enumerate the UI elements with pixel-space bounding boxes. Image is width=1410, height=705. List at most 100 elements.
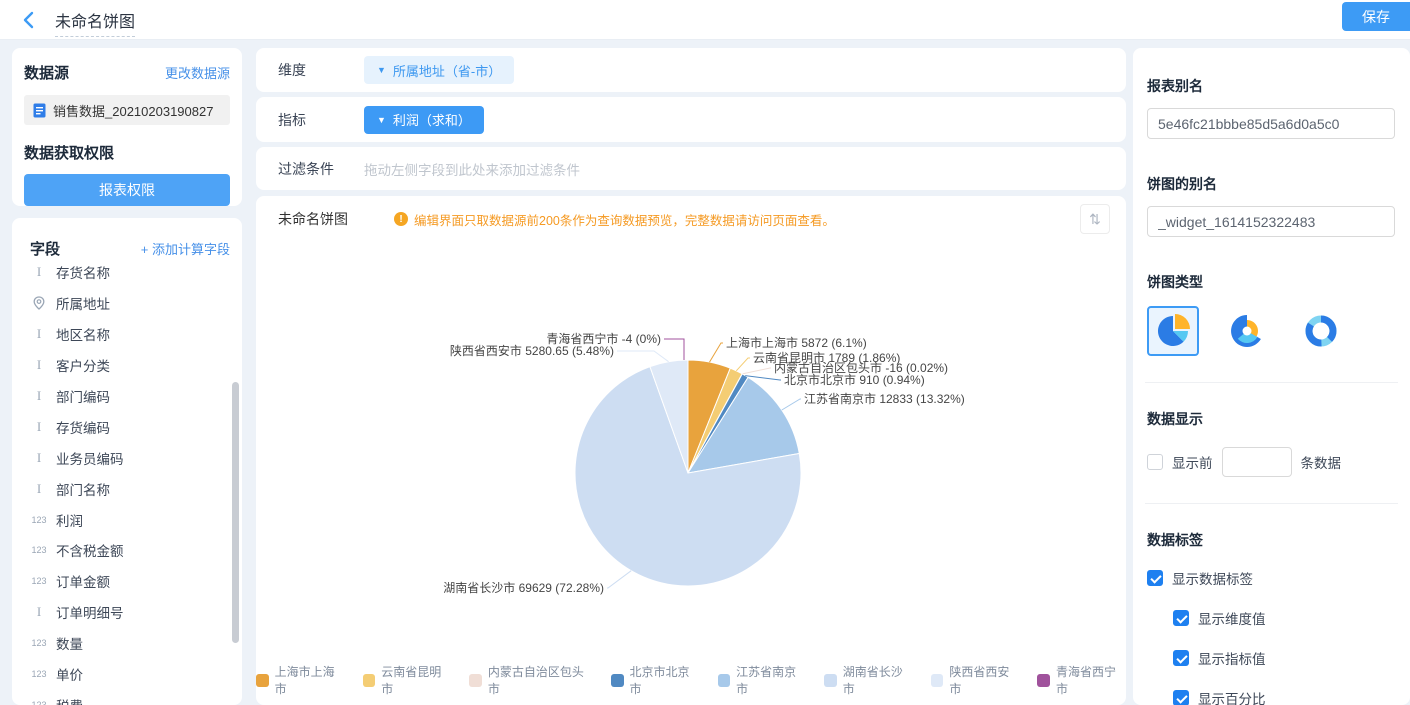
metric-tag[interactable]: ▼利润（求和）	[364, 106, 484, 134]
chevron-down-icon: ▼	[377, 115, 386, 125]
settings-panel: 报表别名 饼图的别名 饼图类型	[1133, 48, 1410, 705]
rose-pie-icon	[1229, 313, 1265, 349]
field-item[interactable]: 123 数量	[12, 628, 242, 659]
legend-item[interactable]: 上海市上海市	[256, 663, 345, 697]
legend-swatch	[1037, 674, 1050, 687]
label-leader-line	[782, 399, 801, 410]
field-item[interactable]: I地区名称	[12, 319, 242, 350]
number-field-icon: 123	[30, 576, 48, 586]
show-percent-text: 显示百分比	[1198, 688, 1266, 705]
chart-title: 未命名饼图	[278, 209, 348, 229]
legend-item[interactable]: 陕西省西安市	[931, 663, 1020, 697]
save-button[interactable]: 保存	[1342, 2, 1410, 31]
legend-label: 湖南省长沙市	[843, 663, 913, 697]
field-name: 存货名称	[56, 262, 110, 282]
show-data-label-checkbox[interactable]	[1147, 570, 1163, 586]
show-metric-checkbox[interactable]	[1173, 650, 1189, 666]
text-field-icon: I	[30, 604, 48, 620]
pie-type-option-rose[interactable]	[1221, 306, 1273, 356]
field-name: 数量	[56, 633, 83, 653]
change-datasource-link[interactable]: 更改数据源	[165, 63, 230, 82]
filter-dropzone[interactable]: 拖动左侧字段到此处来添加过滤条件	[364, 159, 580, 179]
show-dimension-text: 显示维度值	[1198, 608, 1266, 628]
filter-label: 过滤条件	[278, 159, 364, 179]
datasource-label: 数据源	[24, 62, 69, 83]
legend-item[interactable]: 湖南省长沙市	[824, 663, 913, 697]
text-field-icon: I	[30, 357, 48, 373]
field-name: 所属地址	[56, 293, 110, 313]
text-field-icon: I	[30, 450, 48, 466]
field-item[interactable]: 123订单金额	[12, 566, 242, 597]
field-item[interactable]: I存货编码	[12, 411, 242, 442]
field-item[interactable]: I客户分类	[12, 350, 242, 381]
report-alias-input[interactable]	[1147, 108, 1395, 139]
show-dimension-checkbox[interactable]	[1173, 610, 1189, 626]
dimension-tag[interactable]: ▼所属地址（省-市）	[364, 56, 514, 84]
back-button[interactable]	[20, 11, 38, 29]
fields-scrollbar[interactable]	[232, 382, 239, 643]
legend-swatch	[363, 674, 376, 687]
pie-data-label: 北京市北京市 910 (0.94%)	[784, 372, 925, 387]
datasource-item[interactable]: 销售数据_20210203190827	[24, 95, 230, 125]
legend-label: 云南省昆明市	[381, 663, 451, 697]
pie-alias-label: 饼图的别名	[1147, 174, 1396, 194]
datasource-panel: 数据源 更改数据源 销售数据_20210203190827 数据获取权限 报表权…	[12, 48, 242, 206]
legend-label: 内蒙古自治区包头市	[488, 663, 593, 697]
fields-list-viewport: I存货名称所属地址I地区名称I客户分类I部门编码I存货编码I业务员编码I部门名称…	[12, 262, 242, 705]
field-item[interactable]: I存货名称	[12, 262, 242, 288]
pie-data-label: 江苏省南京市 12833 (13.32%)	[804, 391, 965, 406]
pie-chart-editor: 未命名饼图 保存 数据源 更改数据源 销售数据_20210203190827 数…	[0, 0, 1410, 705]
legend-label: 江苏省南京市	[736, 663, 806, 697]
legend-item[interactable]: 内蒙古自治区包头市	[469, 663, 593, 697]
pie-alias-input[interactable]	[1147, 206, 1395, 237]
field-name: 业务员编码	[56, 448, 124, 468]
field-item[interactable]: I订单明细号	[12, 597, 242, 628]
filter-row: 过滤条件 拖动左侧字段到此处来添加过滤条件	[256, 147, 1126, 190]
field-item[interactable]: I部门名称	[12, 473, 242, 504]
pie-chart[interactable]: 上海市上海市 5872 (6.1%)云南省昆明市 1789 (1.86%)内蒙古…	[256, 196, 1126, 705]
sort-arrows-icon: ⇅	[1089, 211, 1101, 227]
pie-solid-icon	[1155, 313, 1191, 349]
field-item[interactable]: I部门编码	[12, 381, 242, 412]
show-top-count-input[interactable]	[1222, 447, 1292, 477]
chevron-down-icon: ▼	[377, 65, 386, 75]
sort-button[interactable]: ⇅	[1080, 204, 1110, 234]
field-name: 部门名称	[56, 479, 110, 499]
field-item[interactable]: 123单价	[12, 659, 242, 690]
field-item[interactable]: 所属地址	[12, 288, 242, 319]
dimension-label: 维度	[278, 60, 364, 80]
field-name: 利润	[56, 510, 83, 530]
field-item[interactable]: 123税费	[12, 689, 242, 705]
legend-swatch	[718, 674, 731, 687]
topbar: 未命名饼图 保存	[0, 0, 1410, 40]
data-display-label: 数据显示	[1147, 409, 1396, 429]
chart-card: 上海市上海市 5872 (6.1%)云南省昆明市 1789 (1.86%)内蒙古…	[256, 196, 1126, 705]
show-top-suffix: 条数据	[1301, 452, 1342, 472]
field-item[interactable]: 123利润	[12, 504, 242, 535]
field-item[interactable]: I 业务员编码	[12, 442, 242, 473]
label-leader-line	[664, 339, 684, 360]
field-item[interactable]: 123不含税金额	[12, 535, 242, 566]
warning-text: 编辑界面只取数据源前200条作为查询数据预览，完整数据请访问页面查看。	[414, 210, 835, 229]
number-field-icon: 123	[30, 669, 48, 679]
legend-item[interactable]: 云南省昆明市	[363, 663, 452, 697]
file-icon	[33, 103, 46, 118]
legend-swatch	[611, 674, 624, 687]
legend-item[interactable]: 江苏省南京市	[718, 663, 807, 697]
legend-item[interactable]: 北京市北京市	[611, 663, 700, 697]
pie-type-option-ring[interactable]	[1295, 306, 1347, 356]
show-top-label: 显示前	[1172, 452, 1213, 472]
pie-type-option-pie[interactable]	[1147, 306, 1199, 356]
show-top-checkbox[interactable]	[1147, 454, 1163, 470]
field-name: 税费	[56, 695, 83, 705]
fields-panel: 字段 + 添加计算字段 I存货名称所属地址I地区名称I客户分类I部门编码I存货编…	[12, 218, 242, 705]
legend-item[interactable]: 青海省西宁市	[1037, 663, 1126, 697]
data-label-section: 数据标签	[1147, 530, 1396, 550]
legend-label: 北京市北京市	[630, 663, 700, 697]
number-field-icon: 123	[30, 638, 48, 648]
report-permission-button[interactable]: 报表权限	[24, 174, 230, 206]
add-calc-field-link[interactable]: + 添加计算字段	[141, 239, 230, 258]
page-title[interactable]: 未命名饼图	[55, 8, 135, 37]
text-field-icon: I	[30, 326, 48, 342]
show-percent-checkbox[interactable]	[1173, 690, 1189, 705]
